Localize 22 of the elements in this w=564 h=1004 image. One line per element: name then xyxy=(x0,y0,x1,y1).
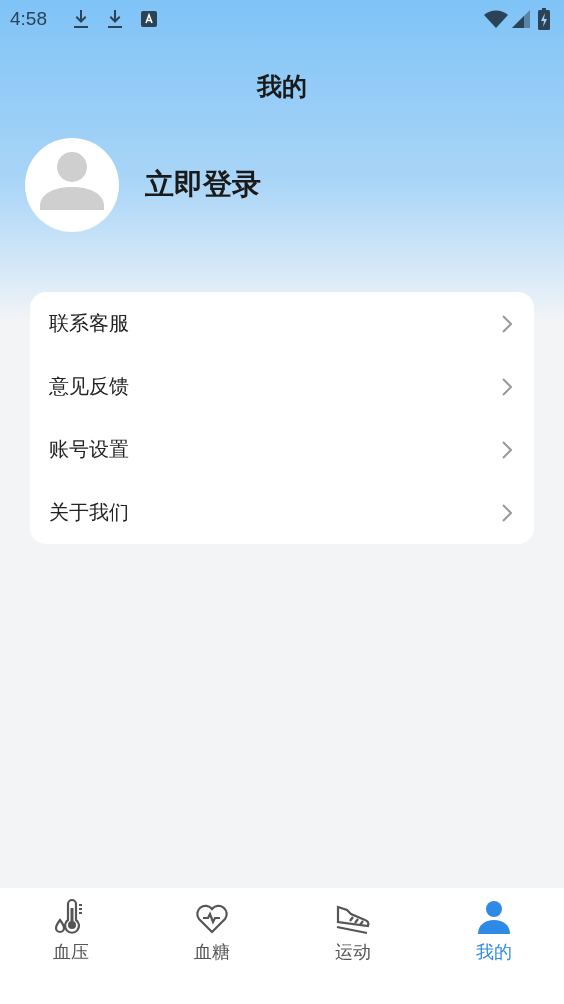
tab-item[interactable]: 运动 xyxy=(282,888,423,964)
download-icon xyxy=(73,9,89,29)
menu-item[interactable]: 账号设置 xyxy=(30,418,534,481)
chevron-right-icon xyxy=(502,314,512,333)
download-icon xyxy=(107,9,123,29)
menu-item[interactable]: 关于我们 xyxy=(30,481,534,544)
tab-item[interactable]: 血压 xyxy=(0,888,141,964)
avatar-icon[interactable] xyxy=(25,138,119,232)
page-title: 我的 xyxy=(255,71,308,103)
chevron-right-icon xyxy=(502,503,512,522)
wifi-icon xyxy=(484,10,508,28)
login-link[interactable]: 立即登录 xyxy=(145,165,261,205)
keyboard-app-icon xyxy=(141,11,157,27)
chevron-right-icon xyxy=(502,377,512,396)
signal-icon xyxy=(512,10,530,28)
menu-item[interactable]: 意见反馈 xyxy=(30,355,534,418)
battery-charging-icon xyxy=(538,8,550,30)
menu-item[interactable]: 联系客服 xyxy=(30,292,534,355)
chevron-right-icon xyxy=(502,440,512,459)
tab-item[interactable]: 我的 xyxy=(423,888,564,964)
status-time: 4:58 xyxy=(10,8,47,30)
tab-item[interactable]: 血糖 xyxy=(141,888,282,964)
